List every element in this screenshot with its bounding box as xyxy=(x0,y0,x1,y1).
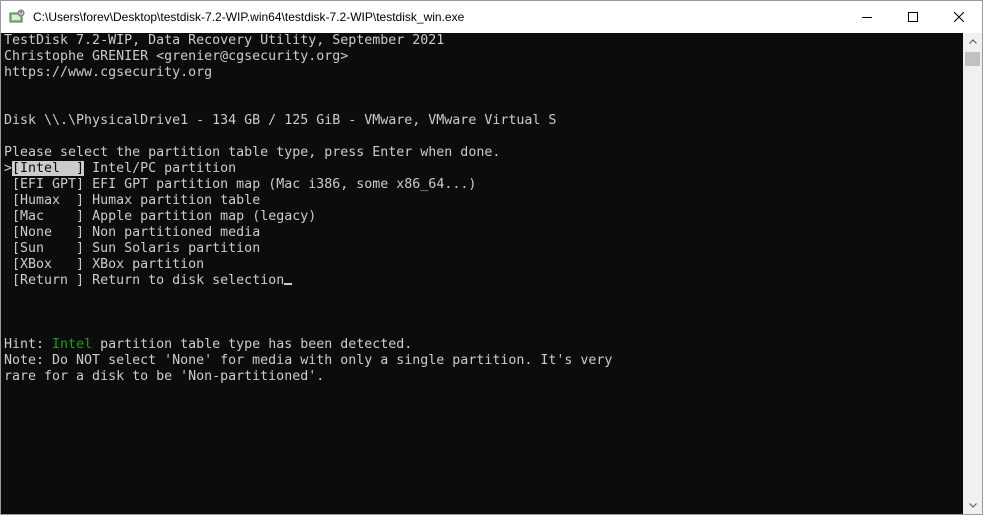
partition-option-humax[interactable]: [Humax ] Humax partition table xyxy=(4,193,612,209)
hint-detected-type: Intel xyxy=(52,337,93,352)
selection-prompt: Please select the partition table type, … xyxy=(4,145,501,160)
hint-suffix: partition table type has been detected. xyxy=(92,337,413,352)
close-icon xyxy=(954,12,964,22)
option-description: Non partitioned media xyxy=(84,225,261,240)
minimize-button[interactable] xyxy=(844,1,890,33)
partition-option-sun[interactable]: [Sun ] Sun Solaris partition xyxy=(4,241,612,257)
option-description: Sun Solaris partition xyxy=(84,241,261,256)
option-description: XBox partition xyxy=(84,257,205,272)
option-key: [XBox ] xyxy=(12,257,85,272)
minimize-icon xyxy=(862,17,872,18)
note-line-2: rare for a disk to be 'Non-partitioned'. xyxy=(4,369,325,384)
close-button[interactable] xyxy=(936,1,982,33)
option-description: EFI GPT partition map (Mac i386, some x8… xyxy=(84,177,477,192)
title-bar[interactable]: C:\Users\forev\Desktop\testdisk-7.2-WIP.… xyxy=(1,1,982,33)
disk-info: Disk \\.\PhysicalDrive1 - 134 GB / 125 G… xyxy=(4,113,557,128)
partition-option-xbox[interactable]: [XBox ] XBox partition xyxy=(4,257,612,273)
option-key: [Mac ] xyxy=(12,209,85,224)
maximize-button[interactable] xyxy=(890,1,936,33)
option-marker: > xyxy=(4,161,13,176)
option-marker xyxy=(4,273,12,288)
option-description: Humax partition table xyxy=(84,193,261,208)
chevron-down-icon xyxy=(968,503,977,508)
partition-option-mac[interactable]: [Mac ] Apple partition map (legacy) xyxy=(4,209,612,225)
scrollbar-thumb[interactable] xyxy=(965,52,980,66)
option-marker xyxy=(4,225,12,240)
scroll-down-button[interactable] xyxy=(963,497,982,514)
option-marker xyxy=(4,177,12,192)
option-key: [None ] xyxy=(12,225,85,240)
option-marker xyxy=(4,257,12,272)
option-key: [Sun ] xyxy=(12,241,85,256)
header-line-1: TestDisk 7.2-WIP, Data Recovery Utility,… xyxy=(4,33,445,48)
option-marker xyxy=(4,241,12,256)
option-marker xyxy=(4,193,12,208)
option-description: Return to disk selection xyxy=(84,273,285,288)
option-key: [EFI GPT] xyxy=(12,177,85,192)
vertical-scrollbar[interactable] xyxy=(963,33,982,514)
hint-line: Hint: Intel partition table type has bee… xyxy=(4,337,612,353)
header-line-2: Christophe GRENIER <grenier@cgsecurity.o… xyxy=(4,49,349,64)
testdisk-app-icon xyxy=(9,9,25,25)
partition-option-return[interactable]: [Return ] Return to disk selection xyxy=(4,273,612,289)
chevron-up-icon xyxy=(968,39,977,44)
partition-option-intel[interactable]: >[Intel ] Intel/PC partition xyxy=(4,161,612,177)
text-cursor xyxy=(284,283,293,285)
console-window: C:\Users\forev\Desktop\testdisk-7.2-WIP.… xyxy=(0,0,983,515)
option-key: [Return ] xyxy=(12,273,85,288)
option-marker xyxy=(4,209,12,224)
partition-option-efi-gpt[interactable]: [EFI GPT] EFI GPT partition map (Mac i38… xyxy=(4,177,612,193)
partition-option-none[interactable]: [None ] Non partitioned media xyxy=(4,225,612,241)
window-title: C:\Users\forev\Desktop\testdisk-7.2-WIP.… xyxy=(33,10,465,24)
option-key: [Humax ] xyxy=(12,193,85,208)
option-key: [Intel ] xyxy=(12,161,85,176)
maximize-icon xyxy=(908,12,918,22)
note-line-1: Note: Do NOT select 'None' for media wit… xyxy=(4,353,613,368)
hint-prefix: Hint: xyxy=(4,337,53,352)
scroll-up-button[interactable] xyxy=(963,33,982,50)
terminal-output[interactable]: TestDisk 7.2-WIP, Data Recovery Utility,… xyxy=(1,33,963,514)
header-line-3: https://www.cgsecurity.org xyxy=(4,65,213,80)
option-description: Apple partition map (legacy) xyxy=(84,209,317,224)
option-description: Intel/PC partition xyxy=(84,161,237,176)
